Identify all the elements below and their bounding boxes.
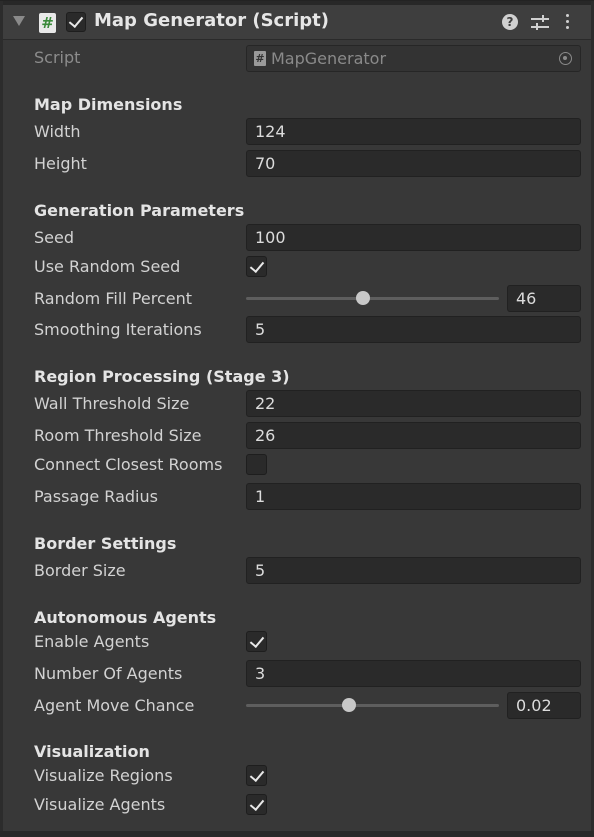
- visualize-regions-checkbox[interactable]: [246, 765, 267, 786]
- connect-closest-rooms-label: Connect Closest Rooms: [34, 455, 223, 474]
- component-title: Map Generator (Script): [94, 10, 329, 31]
- object-picker-icon: [559, 52, 572, 65]
- presets-icon[interactable]: [531, 14, 549, 32]
- random-fill-slider-thumb[interactable]: [355, 291, 370, 305]
- checkmark-icon: [249, 632, 265, 649]
- wall-threshold-field[interactable]: 22: [246, 390, 581, 417]
- seed-label: Seed: [34, 228, 74, 247]
- visualize-agents-label: Visualize Agents: [34, 795, 166, 814]
- passage-radius-field[interactable]: 1: [246, 483, 581, 510]
- panel-left-edge: [0, 1, 3, 837]
- agent-move-chance-slider-track[interactable]: [246, 698, 499, 712]
- section-region-processing: Region Processing (Stage 3): [34, 367, 290, 386]
- number-of-agents-label: Number Of Agents: [34, 664, 183, 683]
- use-random-seed-checkbox[interactable]: [246, 256, 267, 277]
- width-label: Width: [34, 122, 81, 141]
- section-map-dimensions: Map Dimensions: [34, 95, 183, 114]
- smoothing-iterations-label: Smoothing Iterations: [34, 320, 202, 339]
- passage-radius-label: Passage Radius: [34, 487, 158, 506]
- use-random-seed-label: Use Random Seed: [34, 257, 181, 276]
- visualize-regions-label: Visualize Regions: [34, 766, 173, 785]
- room-threshold-field[interactable]: 26: [246, 422, 581, 449]
- random-fill-slider-track[interactable]: [246, 291, 499, 305]
- foldout-arrow-icon[interactable]: [13, 16, 25, 26]
- menu-icon[interactable]: [565, 14, 571, 32]
- panel-bottom-edge: [0, 831, 594, 837]
- script-hash-icon: #: [39, 13, 56, 33]
- agent-move-chance-field[interactable]: 0.02: [507, 692, 581, 719]
- smoothing-iterations-field[interactable]: 5: [246, 316, 581, 343]
- height-field[interactable]: 70: [246, 150, 581, 177]
- component-header[interactable]: # Map Generator (Script) ?: [3, 5, 591, 40]
- random-fill-percent-label: Random Fill Percent: [34, 289, 192, 308]
- agent-move-chance-label: Agent Move Chance: [34, 696, 195, 715]
- section-border-settings: Border Settings: [34, 534, 177, 553]
- border-size-field[interactable]: 5: [246, 557, 581, 584]
- checkmark-icon: [249, 766, 265, 783]
- number-of-agents-field[interactable]: 3: [246, 660, 581, 687]
- section-autonomous-agents: Autonomous Agents: [34, 608, 217, 627]
- border-size-label: Border Size: [34, 561, 126, 580]
- agent-move-chance-slider-thumb[interactable]: [341, 698, 356, 712]
- enable-agents-label: Enable Agents: [34, 632, 150, 651]
- wall-threshold-label: Wall Threshold Size: [34, 394, 190, 413]
- section-generation-parameters: Generation Parameters: [34, 201, 245, 220]
- checkmark-icon: [249, 795, 265, 812]
- room-threshold-label: Room Threshold Size: [34, 426, 202, 445]
- seed-field[interactable]: 100: [246, 224, 581, 251]
- checkmark-icon: [249, 257, 265, 274]
- component-enabled-checkbox[interactable]: [66, 12, 86, 32]
- help-icon[interactable]: ?: [502, 14, 518, 30]
- script-label: Script: [34, 48, 81, 67]
- section-visualization: Visualization: [34, 742, 150, 761]
- visualize-agents-checkbox[interactable]: [246, 794, 267, 815]
- inspector-panel: # Map Generator (Script) ? Script # MapG…: [0, 0, 594, 837]
- script-object-field: # MapGenerator: [246, 45, 581, 72]
- connect-closest-rooms-checkbox[interactable]: [246, 454, 267, 475]
- script-value: MapGenerator: [271, 49, 387, 68]
- width-field[interactable]: 124: [246, 118, 581, 145]
- random-fill-field[interactable]: 46: [507, 285, 581, 312]
- checkmark-icon: [68, 12, 84, 29]
- script-hash-icon: #: [254, 51, 266, 66]
- enable-agents-checkbox[interactable]: [246, 631, 267, 652]
- height-label: Height: [34, 154, 87, 173]
